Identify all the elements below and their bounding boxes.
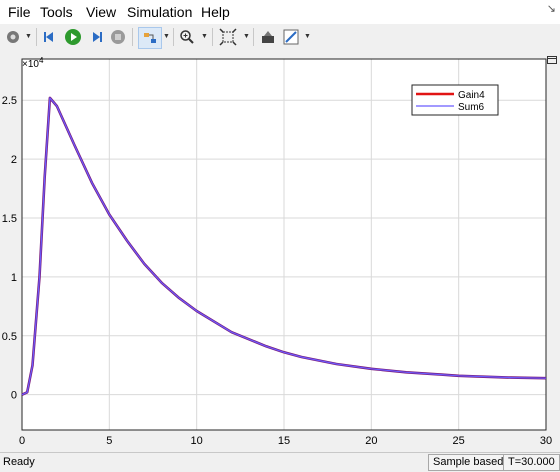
legend-label: Gain4 xyxy=(458,90,485,101)
toolbar-separator xyxy=(132,28,133,46)
stop-icon[interactable] xyxy=(109,27,127,47)
status-time: T=30.000 xyxy=(503,454,560,471)
menu-tools[interactable]: Tools xyxy=(40,4,73,20)
x-tick-label: 30 xyxy=(540,435,552,447)
edit-icon[interactable] xyxy=(281,27,301,47)
chevron-down-icon[interactable]: ▼ xyxy=(304,33,311,40)
chevron-down-icon[interactable]: ▼ xyxy=(25,33,32,40)
x-tick-label: 25 xyxy=(453,435,465,447)
legend-box xyxy=(411,84,499,116)
x-tick-label: 15 xyxy=(278,435,290,447)
scope-plot[interactable]: 0 5 10 15 20 25 3000.511.522.5 ×104 Gain4Sum6 xyxy=(0,51,560,452)
step-forward-icon[interactable] xyxy=(87,27,105,47)
status-ready: Ready xyxy=(3,456,35,468)
x-tick-label: 0 xyxy=(19,435,25,447)
chevron-down-icon[interactable]: ▼ xyxy=(163,33,170,40)
toolbar-separator xyxy=(173,28,174,46)
run-icon[interactable] xyxy=(63,27,83,47)
y-tick-label: 1 xyxy=(11,272,17,284)
step-back-icon[interactable] xyxy=(41,27,59,47)
menu-pin-icon[interactable]: ↘ xyxy=(547,2,556,15)
fit-view-icon[interactable] xyxy=(218,27,238,47)
x-tick-label: 5 xyxy=(106,435,112,447)
toolbar-separator xyxy=(36,28,37,46)
menu-file[interactable]: File xyxy=(8,4,31,20)
menu-bar: File Tools View Simulation Help ↘ xyxy=(0,0,560,24)
x-tick-label: 20 xyxy=(365,435,377,447)
status-bar: Ready Sample based T=30.000 xyxy=(0,452,560,472)
highlight-icon[interactable] xyxy=(138,27,162,49)
toolbar-separator xyxy=(212,28,213,46)
expand-icon[interactable] xyxy=(547,56,557,64)
y-tick-label: 2 xyxy=(11,154,17,166)
y-tick-label: 1.5 xyxy=(2,213,17,225)
menu-simulation[interactable]: Simulation xyxy=(127,4,192,20)
gear-icon[interactable] xyxy=(4,27,22,47)
toolbar: ▼ ▼ ▼ ▼ ▼ xyxy=(0,24,560,52)
status-mode: Sample based xyxy=(428,454,509,471)
legend[interactable]: Gain4Sum6 xyxy=(411,84,499,116)
chevron-down-icon[interactable]: ▼ xyxy=(243,33,250,40)
menu-help[interactable]: Help xyxy=(201,4,230,20)
toolbar-separator xyxy=(253,28,254,46)
x-tick-label: 10 xyxy=(191,435,203,447)
legend-label: Sum6 xyxy=(458,102,485,113)
chevron-down-icon[interactable]: ▼ xyxy=(201,33,208,40)
y-tick-label: 0 xyxy=(11,390,17,402)
menu-view[interactable]: View xyxy=(86,4,116,20)
plot-area: 0 5 10 15 20 25 30 0 0.5 1 1.5 2 2.5 ×104 Gain4 Sum6 xyxy=(0,51,560,452)
zoom-icon[interactable] xyxy=(178,27,196,47)
y-tick-label: 2.5 xyxy=(2,95,17,107)
y-tick-label: 0.5 xyxy=(2,331,17,343)
style-icon[interactable] xyxy=(259,27,277,47)
